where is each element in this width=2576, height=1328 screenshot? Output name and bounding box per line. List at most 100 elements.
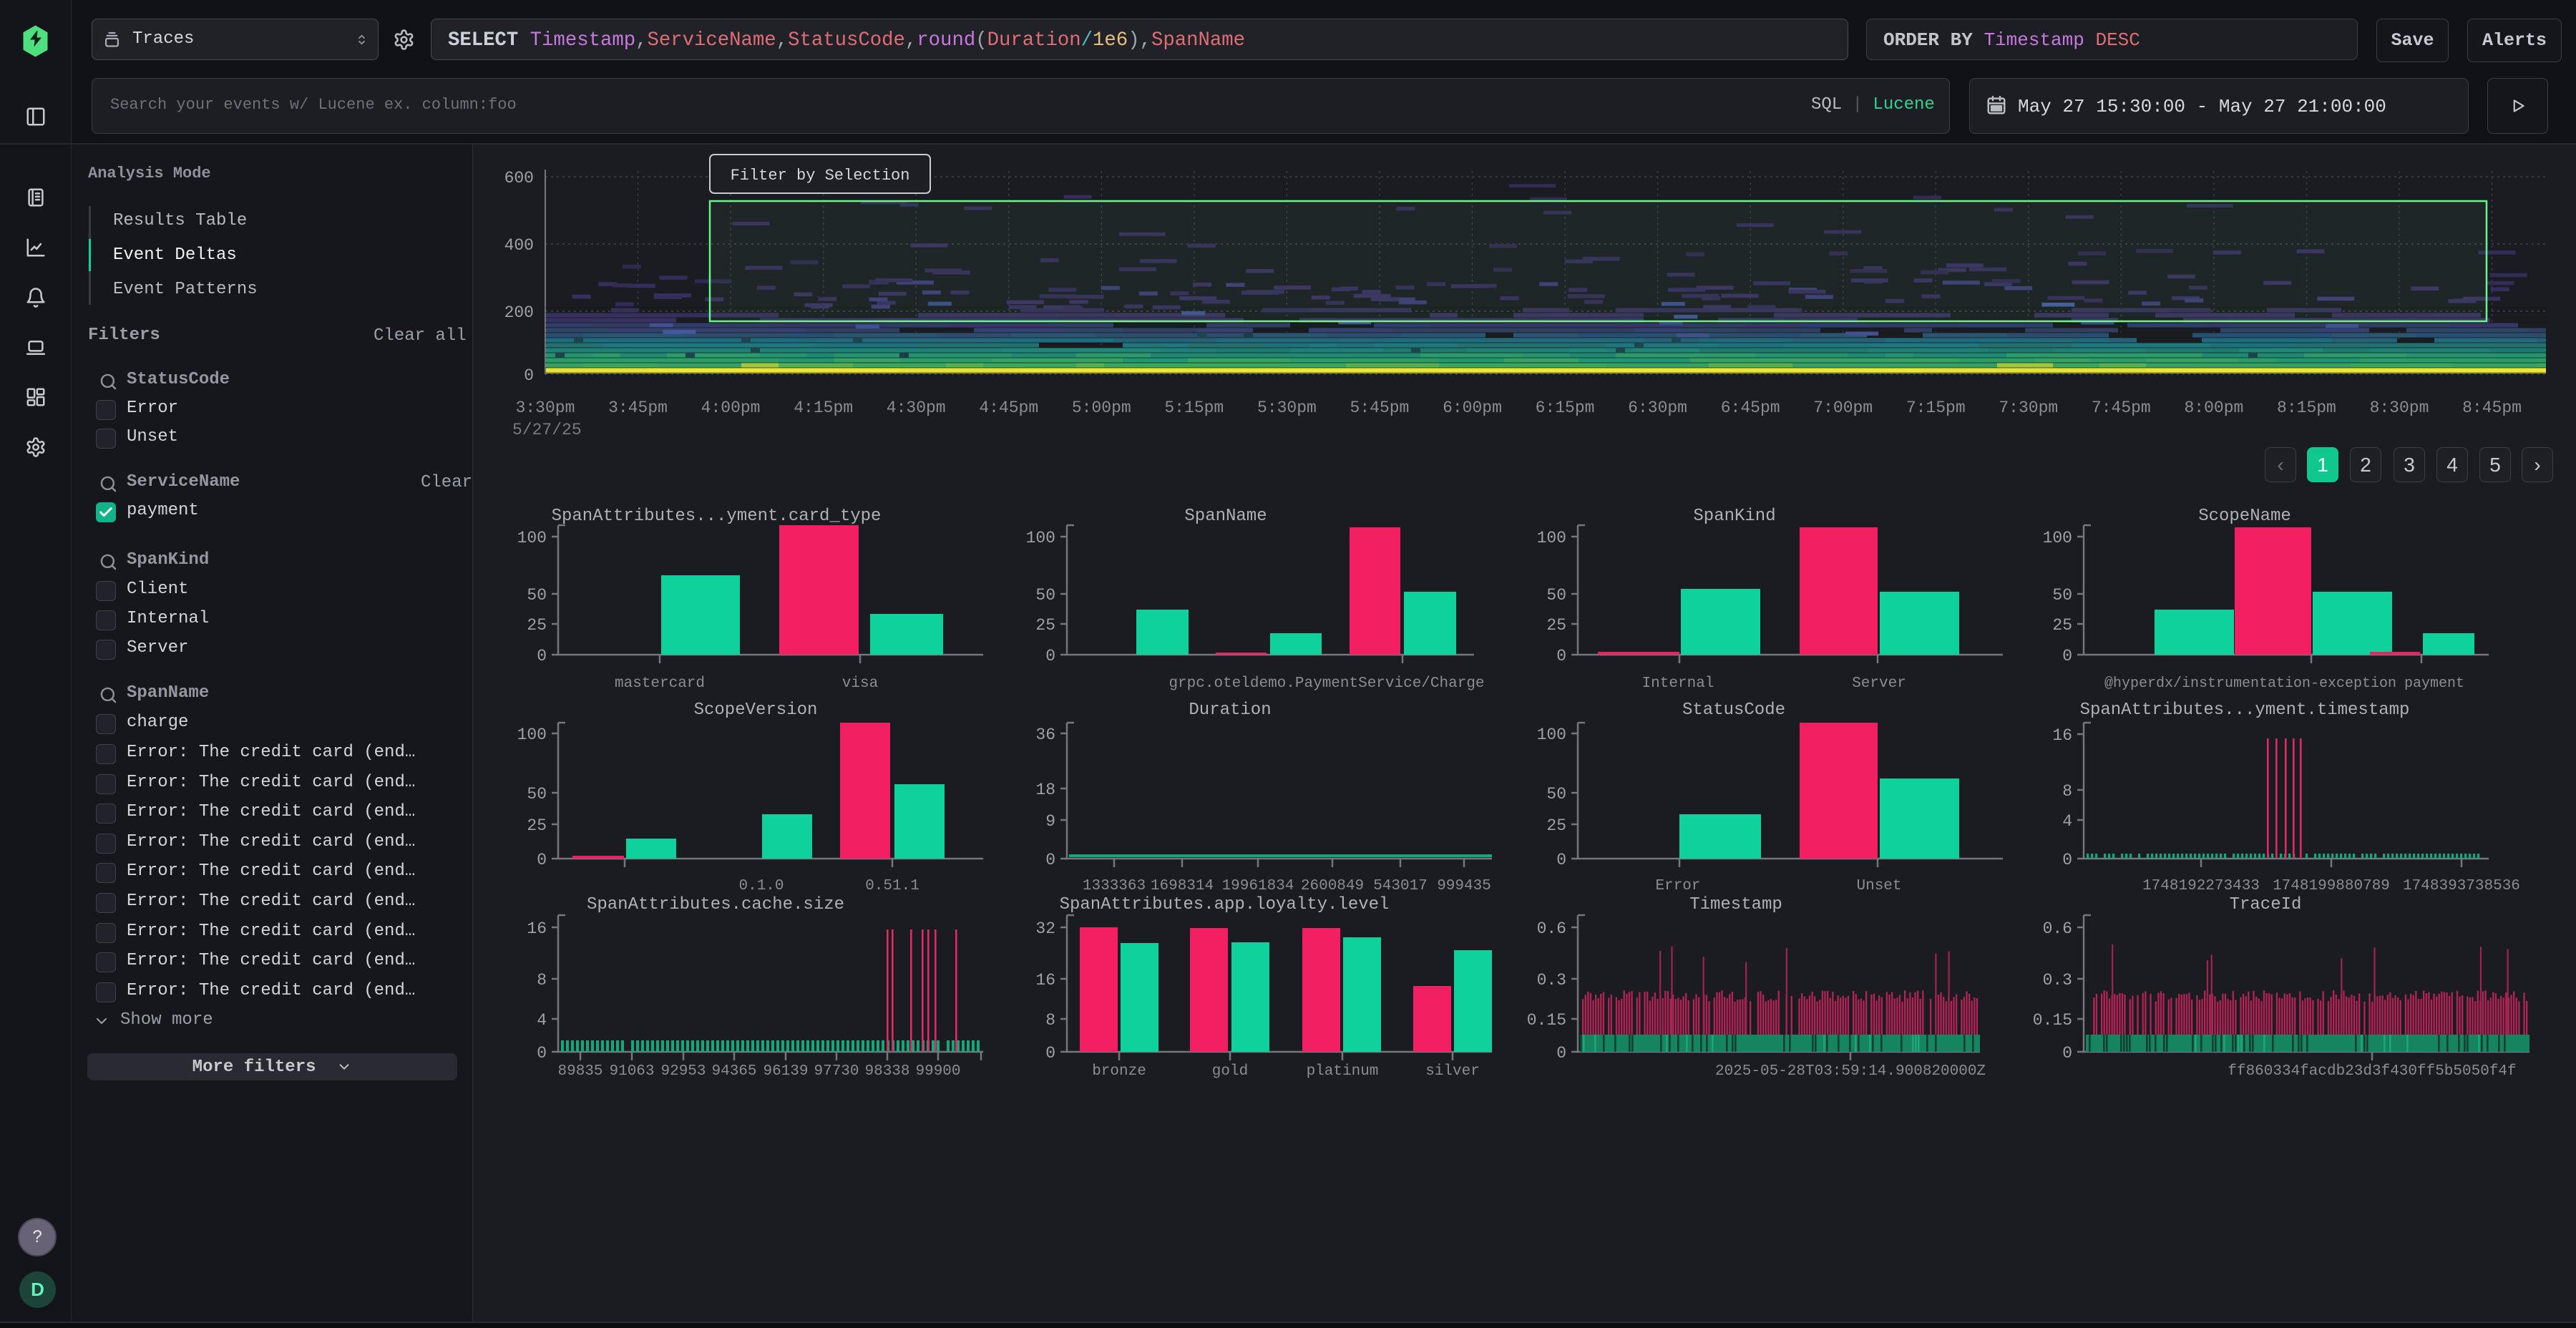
svg-text:ff860334facdb23d3f430ff5b5050f: ff860334facdb23d3f430ff5b5050f4f bbox=[2228, 1063, 2516, 1080]
svg-text:0.15: 0.15 bbox=[1527, 1011, 1566, 1030]
svg-text:1333363: 1333363 bbox=[1083, 878, 1146, 894]
svg-text:0: 0 bbox=[2062, 647, 2072, 665]
svg-text:16: 16 bbox=[527, 919, 547, 938]
svg-text:99900: 99900 bbox=[915, 1063, 960, 1080]
svg-text:ScopeName: ScopeName bbox=[2198, 507, 2291, 526]
svg-text:7:00pm: 7:00pm bbox=[1813, 399, 1873, 417]
svg-text:Unset: Unset bbox=[1856, 878, 1901, 894]
svg-text:0: 0 bbox=[1045, 647, 1055, 665]
svg-text:50: 50 bbox=[527, 586, 547, 605]
svg-text:Duration: Duration bbox=[1189, 700, 1271, 720]
svg-text:100: 100 bbox=[1026, 529, 1055, 547]
svg-text:@hyperdx/instrumentation-excep: @hyperdx/instrumentation-exception bbox=[2104, 675, 2396, 692]
svg-text:98338: 98338 bbox=[864, 1063, 909, 1080]
svg-text:50: 50 bbox=[1035, 586, 1055, 605]
svg-text:200: 200 bbox=[504, 303, 534, 322]
svg-text:50: 50 bbox=[2052, 586, 2072, 605]
svg-text:3:45pm: 3:45pm bbox=[608, 399, 668, 417]
svg-text:18: 18 bbox=[1035, 781, 1055, 799]
svg-text:gold: gold bbox=[1212, 1063, 1248, 1080]
svg-text:25: 25 bbox=[1546, 616, 1566, 635]
svg-text:97730: 97730 bbox=[814, 1063, 859, 1080]
svg-text:91063: 91063 bbox=[609, 1063, 654, 1080]
svg-text:1698314: 1698314 bbox=[1151, 878, 1214, 894]
svg-text:1748199880789: 1748199880789 bbox=[2273, 878, 2390, 894]
svg-text:3:30pm: 3:30pm bbox=[516, 399, 575, 417]
svg-text:SpanAttributes.app.loyalty.lev: SpanAttributes.app.loyalty.level bbox=[1060, 895, 1390, 914]
svg-text:25: 25 bbox=[1546, 816, 1566, 835]
svg-text:4: 4 bbox=[537, 1011, 547, 1030]
svg-text:0: 0 bbox=[1045, 1044, 1055, 1063]
svg-text:5/27/25: 5/27/25 bbox=[512, 421, 582, 439]
svg-text:9: 9 bbox=[1045, 812, 1055, 831]
svg-text:visa: visa bbox=[842, 675, 878, 692]
svg-text:32: 32 bbox=[1035, 919, 1055, 938]
svg-text:6:15pm: 6:15pm bbox=[1536, 399, 1595, 417]
svg-text:8:45pm: 8:45pm bbox=[2462, 399, 2522, 417]
svg-text:50: 50 bbox=[527, 785, 547, 804]
svg-text:0: 0 bbox=[1556, 647, 1566, 665]
svg-text:TraceId: TraceId bbox=[2230, 895, 2302, 914]
svg-text:0.1.0: 0.1.0 bbox=[738, 878, 784, 894]
svg-text:grpc.oteldemo.PaymentService/C: grpc.oteldemo.PaymentService/Charge bbox=[1169, 675, 1484, 692]
svg-text:92953: 92953 bbox=[660, 1063, 706, 1080]
svg-text:25: 25 bbox=[527, 616, 547, 635]
svg-text:96139: 96139 bbox=[763, 1063, 808, 1080]
svg-text:16: 16 bbox=[1035, 971, 1055, 990]
svg-text:2600849: 2600849 bbox=[1301, 878, 1364, 894]
svg-text:50: 50 bbox=[1546, 785, 1566, 804]
svg-text:platinum: platinum bbox=[1307, 1063, 1379, 1080]
svg-text:400: 400 bbox=[504, 236, 534, 255]
svg-text:5:30pm: 5:30pm bbox=[1257, 399, 1317, 417]
svg-text:19961834: 19961834 bbox=[1222, 878, 1294, 894]
svg-text:0: 0 bbox=[1556, 1044, 1566, 1063]
svg-text:600: 600 bbox=[504, 169, 534, 187]
svg-text:8:30pm: 8:30pm bbox=[2370, 399, 2429, 417]
svg-text:mastercard: mastercard bbox=[615, 675, 705, 692]
svg-text:1748192273433: 1748192273433 bbox=[2142, 878, 2260, 894]
svg-text:0: 0 bbox=[1045, 851, 1055, 869]
svg-text:Server: Server bbox=[1852, 675, 1906, 692]
svg-text:StatusCode: StatusCode bbox=[1682, 700, 1785, 720]
svg-text:Timestamp: Timestamp bbox=[1689, 895, 1782, 914]
svg-text:100: 100 bbox=[2043, 529, 2072, 547]
svg-text:4: 4 bbox=[2062, 812, 2072, 831]
svg-text:payment: payment bbox=[2404, 675, 2464, 692]
svg-text:0: 0 bbox=[537, 647, 547, 665]
svg-text:100: 100 bbox=[1537, 529, 1566, 547]
svg-text:SpanName: SpanName bbox=[1184, 507, 1267, 526]
svg-text:4:00pm: 4:00pm bbox=[701, 399, 761, 417]
svg-text:0.6: 0.6 bbox=[1537, 919, 1566, 938]
svg-text:36: 36 bbox=[1035, 726, 1055, 744]
svg-text:0.3: 0.3 bbox=[1537, 971, 1566, 990]
svg-text:100: 100 bbox=[1537, 726, 1566, 744]
svg-text:0.6: 0.6 bbox=[2043, 919, 2072, 938]
svg-text:7:15pm: 7:15pm bbox=[1906, 399, 1966, 417]
svg-text:5:15pm: 5:15pm bbox=[1164, 399, 1224, 417]
svg-text:0: 0 bbox=[2062, 1044, 2072, 1063]
svg-text:0: 0 bbox=[537, 1044, 547, 1063]
svg-text:5:00pm: 5:00pm bbox=[1072, 399, 1131, 417]
svg-text:4:45pm: 4:45pm bbox=[979, 399, 1038, 417]
svg-text:100: 100 bbox=[517, 529, 547, 547]
svg-text:0.15: 0.15 bbox=[2033, 1011, 2072, 1030]
svg-text:8:00pm: 8:00pm bbox=[2184, 399, 2243, 417]
svg-text:25: 25 bbox=[2052, 616, 2072, 635]
svg-text:89835: 89835 bbox=[557, 1063, 602, 1080]
svg-text:SpanAttributes.cache.size: SpanAttributes.cache.size bbox=[587, 895, 844, 914]
svg-text:8: 8 bbox=[1045, 1011, 1055, 1030]
svg-text:1748393738536: 1748393738536 bbox=[2403, 878, 2520, 894]
svg-text:4:30pm: 4:30pm bbox=[887, 399, 946, 417]
svg-text:7:30pm: 7:30pm bbox=[1999, 399, 2058, 417]
svg-text:6:00pm: 6:00pm bbox=[1443, 399, 1502, 417]
svg-text:25: 25 bbox=[527, 816, 547, 835]
svg-text:Filter by Selection: Filter by Selection bbox=[731, 167, 910, 185]
svg-text:16: 16 bbox=[2052, 726, 2072, 745]
svg-text:2025-05-28T03:59:14.900820000Z: 2025-05-28T03:59:14.900820000Z bbox=[1715, 1063, 1986, 1080]
svg-text:0: 0 bbox=[537, 851, 547, 869]
svg-text:0: 0 bbox=[1556, 851, 1566, 869]
svg-text:SpanAttributes...yment.timesta: SpanAttributes...yment.timestamp bbox=[2080, 700, 2410, 720]
svg-text:8:15pm: 8:15pm bbox=[2277, 399, 2336, 417]
svg-text:5:45pm: 5:45pm bbox=[1350, 399, 1410, 417]
svg-text:0.51.1: 0.51.1 bbox=[865, 878, 919, 894]
